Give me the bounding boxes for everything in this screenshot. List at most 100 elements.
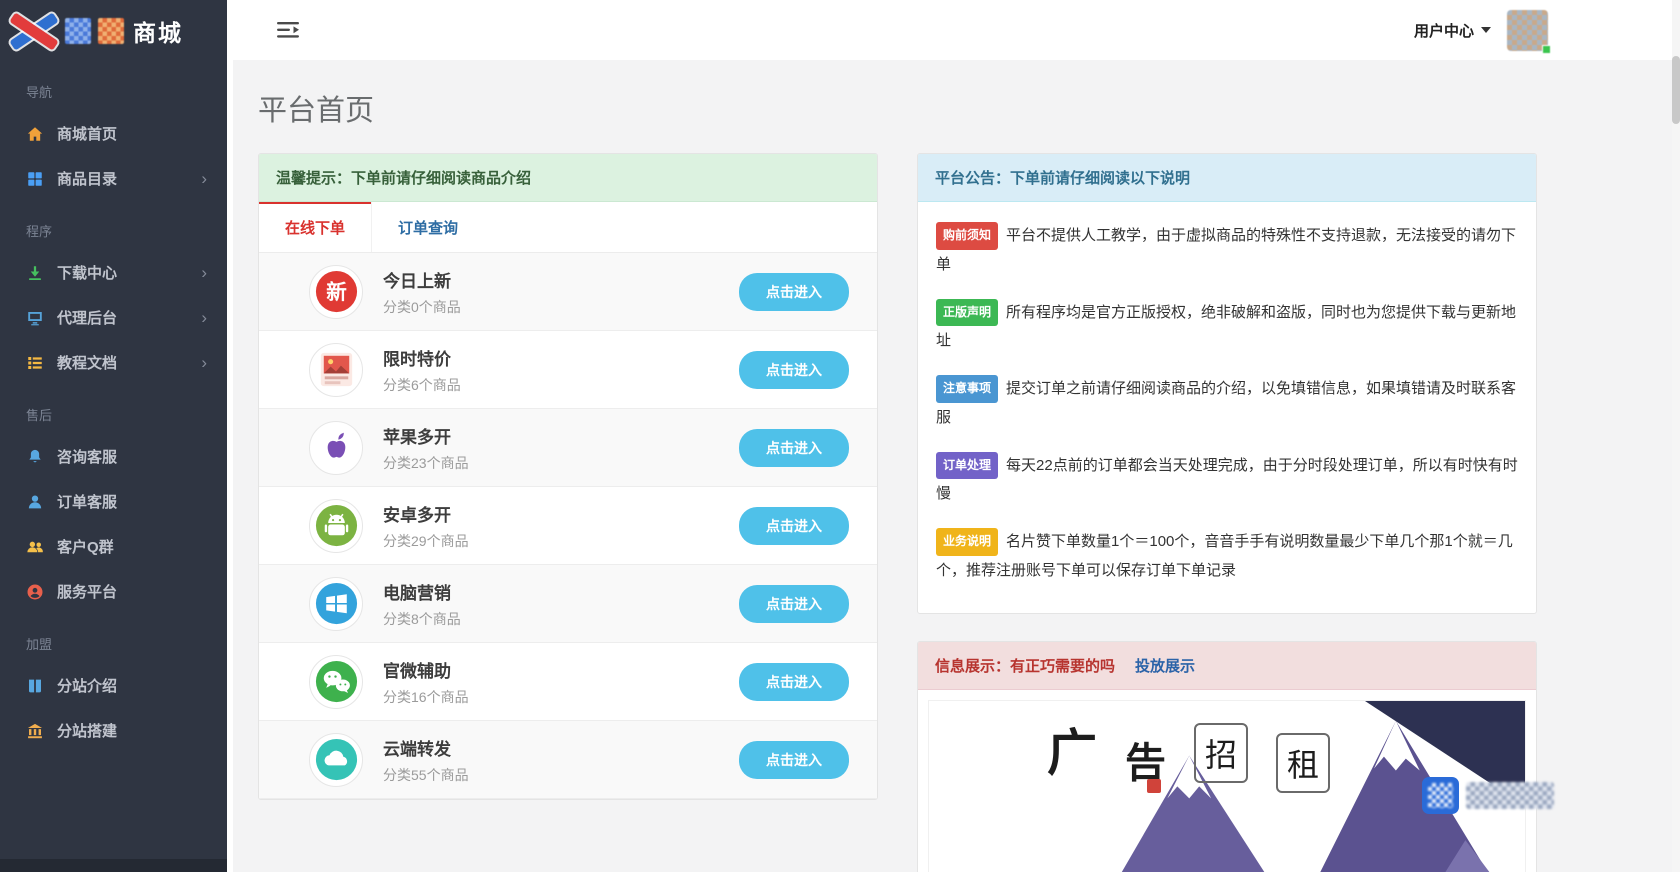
category-name: 安卓多开 (383, 501, 739, 526)
sidebar-item[interactable]: 商品目录 › (0, 156, 227, 201)
sidebar-item-label: 教程文档 (57, 352, 201, 373)
notice-text: 每天22点前的订单都会当天处理完成，由于分时段处理订单，所以有时快有时慢 (936, 457, 1518, 503)
notice-item: 正版声明所有程序均是官方正版授权，绝非破解和盗版，同时也为您提供下载与更新地址 (936, 299, 1518, 355)
info-panel-header: 信息展示：有正巧需要的吗 投放展示 (918, 642, 1536, 690)
notice-badge: 业务说明 (936, 528, 998, 556)
category-text: 云端转发 分类55个商品 (383, 735, 739, 785)
category-text: 苹果多开 分类23个商品 (383, 423, 739, 473)
scrollbar-thumb[interactable] (1672, 56, 1680, 124)
brand-x-icon (10, 9, 58, 53)
sidebar-section-nav: 导航 商城首页 商品目录 › (0, 62, 227, 201)
info-panel-title: 信息展示：有正巧需要的吗 (935, 655, 1115, 676)
sidebar-item[interactable]: 服务平台 (0, 569, 227, 614)
sidebar: 商城 导航 商城首页 商品目录 (0, 0, 227, 872)
sidebar-toggle-icon[interactable] (277, 21, 299, 39)
sidebar-item-label: 客户Q群 (57, 536, 207, 557)
category-count: 分类8个商品 (383, 609, 739, 629)
category-name: 官微辅助 (383, 657, 739, 682)
logo-censored-char-1 (65, 18, 91, 44)
category-icon (309, 655, 363, 709)
notice-item: 购前须知平台不提供人工教学，由于虚拟商品的特殊性不支持退款，无法接受的请勿下单 (936, 222, 1518, 278)
enter-button[interactable]: 点击进入 (739, 351, 849, 389)
sidebar-items: 咨询客服 订单客服 客户Q群 (0, 434, 227, 614)
chevron-right-icon: › (201, 169, 207, 189)
notice-badge: 注意事项 (936, 375, 998, 403)
category-text: 官微辅助 分类16个商品 (383, 657, 739, 707)
category-row: 苹果多开 分类23个商品 点击进入 (259, 409, 877, 487)
sidebar-item[interactable]: 咨询客服 (0, 434, 227, 479)
main-area: 用户中心 平台首页 温馨提示：下单前请仔细阅读商品介绍 在线下单 订单查询 (227, 0, 1680, 872)
sidebar-item[interactable]: 客户Q群 (0, 524, 227, 569)
notice-text: 提交订单之前请仔细阅读商品的介绍，以免填错信息，如果填错请及时联系客服 (936, 380, 1516, 426)
sidebar-item[interactable]: 订单客服 (0, 479, 227, 524)
watermark-logo-icon (1422, 777, 1459, 814)
avatar[interactable] (1507, 10, 1548, 51)
tab-order-query[interactable]: 订单查询 (372, 202, 484, 252)
scrollbar-track[interactable] (1672, 0, 1680, 872)
category-count: 分类16个商品 (383, 687, 739, 707)
sidebar-item[interactable]: 下载中心 › (0, 250, 227, 295)
enter-button[interactable]: 点击进入 (739, 663, 849, 701)
category-list: 今日上新 分类0个商品 点击进入 限时特价 分类6个商品 (259, 253, 877, 799)
page-title: 平台首页 (258, 87, 1680, 129)
sidebar-item-label: 商品目录 (57, 168, 201, 189)
category-text: 限时特价 分类6个商品 (383, 345, 739, 395)
logo-censored-char-2 (98, 18, 124, 44)
tab-online-order[interactable]: 在线下单 (259, 202, 372, 252)
sidebar-item-label: 代理后台 (57, 307, 201, 328)
ad-placement-link[interactable]: 投放展示 (1135, 655, 1195, 676)
sidebar-item-icon (26, 538, 44, 556)
enter-button[interactable]: 点击进入 (739, 429, 849, 467)
caret-down-icon (1481, 27, 1491, 33)
sidebar-item[interactable]: 代理后台 › (0, 295, 227, 340)
sidebar-item[interactable]: 商城首页 (0, 111, 227, 156)
sidebar-section-join: 加盟 分站介绍 分站搭建 (0, 614, 227, 753)
chevron-right-icon: › (201, 353, 207, 373)
ad-seal (1147, 779, 1161, 793)
brand-name: 商城 (133, 14, 183, 48)
chevron-right-icon: › (201, 263, 207, 283)
enter-button[interactable]: 点击进入 (739, 507, 849, 545)
topbar: 用户中心 (233, 0, 1680, 60)
online-status-dot (1542, 45, 1551, 54)
ad-char-3: 招 (1194, 723, 1248, 783)
topbar-right: 用户中心 (1414, 10, 1548, 51)
sidebar-item-icon (26, 354, 44, 372)
category-icon (309, 577, 363, 631)
tips-panel: 温馨提示：下单前请仔细阅读商品介绍 在线下单 订单查询 今日上新 分 (258, 153, 878, 800)
sidebar-item-label: 咨询客服 (57, 446, 207, 467)
category-icon (309, 265, 363, 319)
order-tabs: 在线下单 订单查询 (259, 202, 877, 253)
sidebar-bottom-strip (0, 859, 227, 872)
notice-list: 购前须知平台不提供人工教学，由于虚拟商品的特殊性不支持退款，无法接受的请勿下单 … (918, 202, 1536, 613)
watermark-censored-text (1466, 782, 1554, 809)
sidebar-item-icon (26, 493, 44, 511)
brand-logo[interactable]: 商城 (0, 0, 227, 62)
enter-button[interactable]: 点击进入 (739, 585, 849, 623)
notice-badge: 正版声明 (936, 299, 998, 327)
notice-panel-header: 平台公告：下单前请仔细阅读以下说明 (918, 154, 1536, 202)
sidebar-item-label: 订单客服 (57, 491, 207, 512)
sidebar-nav: 导航 商城首页 商品目录 › (0, 62, 227, 753)
category-row: 今日上新 分类0个商品 点击进入 (259, 253, 877, 331)
enter-button[interactable]: 点击进入 (739, 273, 849, 311)
notice-text: 所有程序均是官方正版授权，绝非破解和盗版，同时也为您提供下载与更新地址 (936, 304, 1516, 350)
notice-badge: 购前须知 (936, 222, 998, 250)
category-name: 电脑营销 (383, 579, 739, 604)
sidebar-item-icon (26, 264, 44, 282)
category-name: 限时特价 (383, 345, 739, 370)
sidebar-item[interactable]: 分站介绍 (0, 663, 227, 708)
chevron-right-icon: › (201, 308, 207, 328)
category-name: 今日上新 (383, 267, 739, 292)
enter-button[interactable]: 点击进入 (739, 741, 849, 779)
content: 温馨提示：下单前请仔细阅读商品介绍 在线下单 订单查询 今日上新 分 (233, 153, 1680, 872)
ad-text: 广 告 招 租 (1047, 713, 1330, 793)
sidebar-item[interactable]: 教程文档 › (0, 340, 227, 385)
tips-panel-header: 温馨提示：下单前请仔细阅读商品介绍 (259, 154, 877, 202)
sidebar-item[interactable]: 分站搭建 (0, 708, 227, 753)
left-column: 温馨提示：下单前请仔细阅读商品介绍 在线下单 订单查询 今日上新 分 (258, 153, 878, 800)
user-center-menu[interactable]: 用户中心 (1414, 20, 1491, 41)
category-count: 分类29个商品 (383, 531, 739, 551)
notice-item: 业务说明名片赞下单数量1个＝100个，音音手手有说明数量最少下单几个那1个就＝几… (936, 528, 1518, 584)
category-icon (309, 343, 363, 397)
